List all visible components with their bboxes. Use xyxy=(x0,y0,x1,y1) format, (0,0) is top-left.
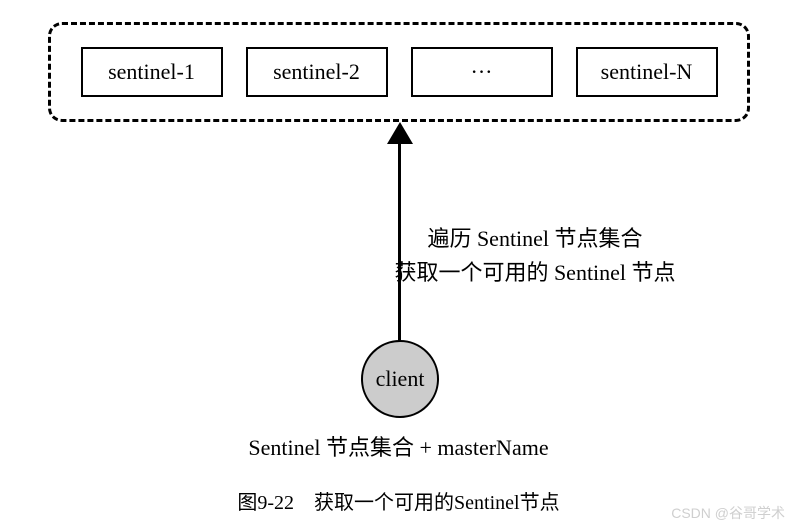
sentinel-node: sentinel-1 xyxy=(81,47,223,97)
client-label: client xyxy=(376,366,425,392)
sentinel-node: sentinel-N xyxy=(576,47,718,97)
sentinel-cluster-box: sentinel-1 sentinel-2 ··· sentinel-N xyxy=(48,22,750,122)
arrow-annotation: 遍历 Sentinel 节点集合 获取一个可用的 Sentinel 节点 xyxy=(345,222,725,290)
sentinel-node: sentinel-2 xyxy=(246,47,388,97)
sentinel-node-ellipsis: ··· xyxy=(411,47,553,97)
annotation-line-2: 获取一个可用的 Sentinel 节点 xyxy=(345,256,725,290)
client-node: client xyxy=(361,340,439,418)
watermark: CSDN @谷哥学术 xyxy=(671,503,785,523)
annotation-line-1: 遍历 Sentinel 节点集合 xyxy=(345,222,725,256)
client-sublabel: Sentinel 节点集合 + masterName xyxy=(0,430,797,462)
